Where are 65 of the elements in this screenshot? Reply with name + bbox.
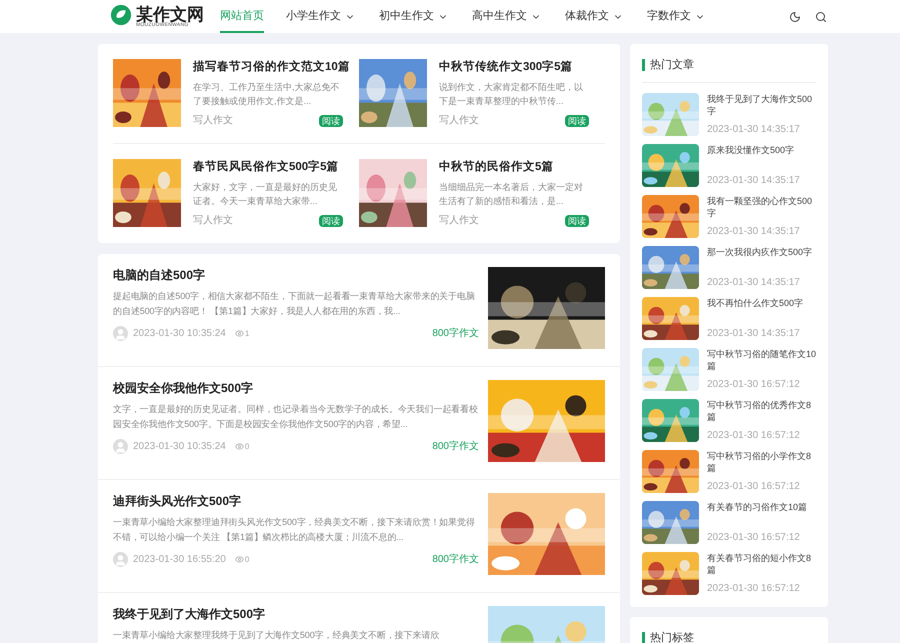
category-label: 写人作文	[193, 114, 233, 128]
nav-link[interactable]: 高中生作文	[472, 0, 541, 33]
featured-title[interactable]: 中秋节传统作文300字5篇	[439, 59, 601, 75]
category-label: 写人作文	[439, 114, 479, 128]
hot-article-title[interactable]: 我终于见到了大海作文500字	[707, 92, 816, 116]
hot-article-title[interactable]: 写中秋节习俗的优秀作文8篇	[707, 398, 816, 422]
hot-article-title[interactable]: 原来我没懂作文500字	[707, 144, 800, 156]
views-icon	[234, 442, 244, 451]
nav-link[interactable]: 体裁作文	[565, 0, 623, 33]
hot-article-title[interactable]: 我不再怕什么作文500字	[707, 296, 804, 308]
article-excerpt: 一束青草小编给大家整理迪拜街头风光作文500字，经典美文不断，接下来请欣赏！如果觉得不错，可以给小编一个关注 【第1篇】鳞次栉比的高楼大厦；川流不息的...	[113, 516, 476, 544]
avatar-icon	[113, 439, 128, 454]
article-title[interactable]: 我终于见到了大海作文500字	[113, 606, 479, 622]
article-title[interactable]: 迪拜街头风光作文500字	[113, 493, 479, 509]
article-excerpt: 文字，一直是最好的历史见证者。同样，也记录着当今无数学子的成长。今天我们一起看看校园安全你我他作文500字。下面是校园安全你我他作文500字的内容，希望...	[113, 403, 479, 431]
hot-article-date: 2023-01-30 14:35:17	[707, 226, 801, 238]
hot-article-date: 2023-01-30 14:35:17	[707, 328, 801, 340]
leaf-logo-icon	[110, 4, 132, 26]
article-excerpt: 一束青草小编给大家整理我终于见到了大海作文500字，经典美文不断，接下来请欣	[113, 629, 440, 642]
hot-article-title[interactable]: 有关春节习俗的短小作文8篇	[707, 552, 816, 576]
featured-title[interactable]: 春节民风民俗作文500字5篇	[193, 159, 355, 175]
section-title: 热门标签	[650, 630, 694, 643]
section-marker	[642, 632, 645, 643]
dark-mode-icon[interactable]	[789, 10, 801, 22]
article-date: 2023-01-30 10:35:24	[133, 327, 226, 341]
view-count: 1	[244, 328, 250, 340]
article-title[interactable]: 校园安全你我他作文500字	[113, 380, 479, 396]
article-title[interactable]: 电脑的自述500字	[113, 267, 479, 283]
nav-link[interactable]: 字数作文	[647, 0, 705, 33]
hot-article-date: 2023-01-30 16:57:12	[707, 378, 801, 390]
avatar-icon	[113, 326, 128, 341]
nav-link[interactable]: 小学生作文	[286, 0, 355, 33]
hot-article-title[interactable]: 写中秋节习俗的随笔作文10篇	[707, 348, 816, 372]
view-count: 0	[244, 554, 250, 566]
site-logo-text: 某作文网	[136, 6, 204, 22]
featured-excerpt: 在学习、工作乃至生活中,大家总免不了要接触或使用作文,作文是...	[193, 81, 341, 108]
view-count: 0	[244, 440, 250, 452]
article-excerpt: 提起电脑的自述500字，相信大家都不陌生，下面就一起看看一束青草给大家带来的关于电脑的自述500字的内容吧！ 【第1篇】大家好，我是人人都在用的东西，我...	[113, 290, 476, 318]
article-date: 2023-01-30 10:35:24	[133, 440, 226, 454]
nav-link[interactable]: 初中生作文	[379, 0, 448, 33]
views-icon	[234, 555, 244, 564]
search-icon[interactable]	[815, 10, 827, 22]
hot-article-date: 2023-01-30 16:57:12	[707, 430, 801, 442]
avatar-icon	[113, 552, 128, 567]
views-icon	[234, 329, 244, 338]
hot-article-date: 2023-01-30 16:57:12	[707, 532, 801, 544]
hot-article-date: 2023-01-30 16:57:12	[707, 582, 801, 594]
section-title: 热门文章	[650, 58, 694, 73]
featured-excerpt: 大家好，文字，一直是最好的历史见证者。今天一束青草给大家带...	[193, 181, 338, 208]
hot-article-title[interactable]: 写中秋节习俗的小学作文8篇	[707, 450, 816, 474]
hot-article-title[interactable]: 有关春节的习俗作文10篇	[707, 500, 808, 512]
category-label: 写人作文	[193, 214, 233, 228]
article-date: 2023-01-30 16:55:20	[133, 553, 226, 567]
hot-article-date: 2023-01-30 14:35:17	[707, 276, 801, 288]
hot-article-title[interactable]: 我有一颗坚强的心作文500字	[707, 194, 816, 218]
featured-excerpt: 说到作文，大家肯定都不陌生吧，以下是一束青草整理的中秋节传...	[439, 81, 584, 108]
featured-title[interactable]: 描写春节习俗的作文范文10篇	[193, 59, 355, 75]
hot-article-date: 2023-01-30 14:35:17	[707, 124, 801, 136]
hot-article-date: 2023-01-30 16:57:12	[707, 480, 801, 492]
featured-excerpt: 当细细品完一本名著后，大家一定对生活有了新的感悟和看法，是...	[439, 181, 584, 208]
section-marker	[642, 59, 645, 72]
hot-article-date: 2023-01-30 14:35:17	[707, 174, 800, 186]
category-label: 写人作文	[439, 214, 479, 228]
featured-title[interactable]: 中秋节的民俗作文5篇	[439, 159, 601, 175]
hot-article-title[interactable]: 那一次我很内疚作文500字	[707, 246, 812, 258]
